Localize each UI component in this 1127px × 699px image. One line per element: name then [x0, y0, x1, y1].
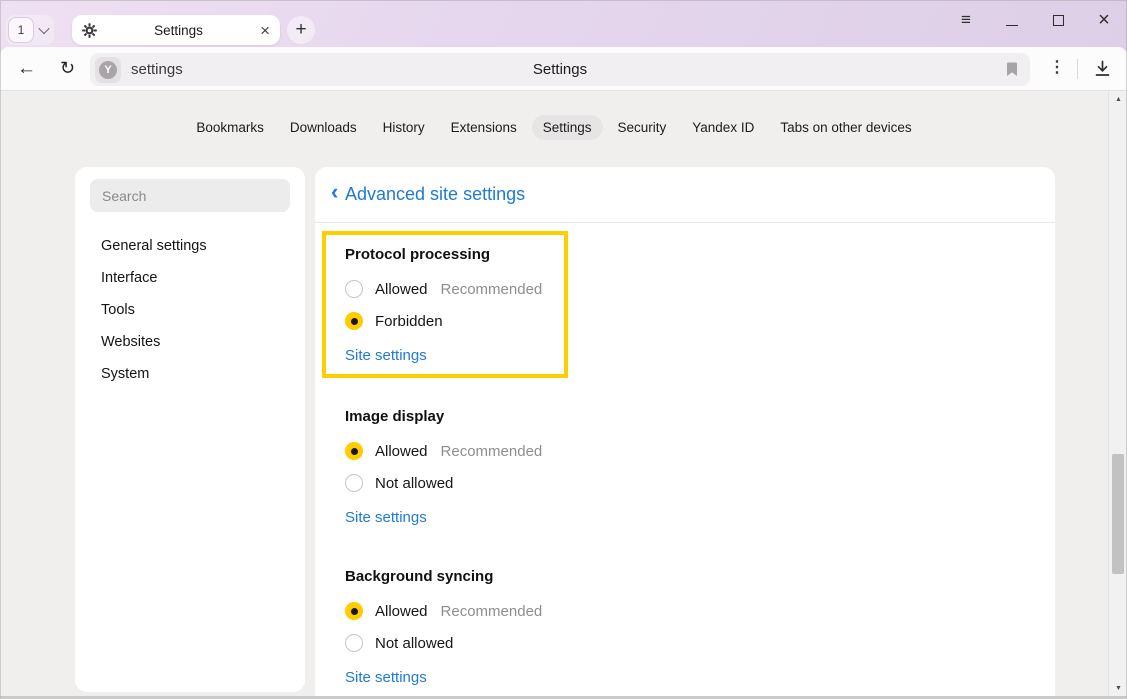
radio-label[interactable]: Forbidden — [375, 313, 443, 330]
sidebar-item-websites[interactable]: Websites — [75, 326, 305, 358]
settings-nav-row: Bookmarks Downloads History Extensions S… — [0, 115, 1108, 140]
tab-close-icon[interactable]: × — [260, 22, 270, 39]
browser-back-button[interactable]: ← — [17, 58, 36, 80]
back-header[interactable]: ‹ Advanced site settings — [315, 167, 1055, 222]
page-title[interactable]: Advanced site settings — [345, 184, 525, 205]
vertical-scrollbar[interactable]: ▲ ▼ — [1108, 91, 1127, 697]
radio-selected-icon[interactable] — [345, 602, 363, 620]
gear-icon — [82, 23, 97, 38]
nav-extensions[interactable]: Extensions — [440, 115, 528, 140]
nav-yandex-id[interactable]: Yandex ID — [681, 115, 765, 140]
recommended-note: Recommended — [441, 443, 543, 460]
nav-history[interactable]: History — [372, 115, 436, 140]
radio-row-image-allowed[interactable]: Allowed Recommended — [345, 435, 865, 467]
radio-row-image-not-allowed[interactable]: Not allowed — [345, 467, 865, 499]
radio-row-sync-allowed[interactable]: Allowed Recommended — [345, 595, 865, 627]
maximize-button[interactable] — [1049, 11, 1067, 29]
tab-strip: 1 Settings × + ≡ × — [0, 0, 1127, 52]
radio-unselected-icon[interactable] — [345, 474, 363, 492]
radio-label[interactable]: Allowed — [375, 603, 428, 620]
radio-label[interactable]: Allowed — [375, 443, 428, 460]
nav-bookmarks[interactable]: Bookmarks — [185, 115, 275, 140]
section-title-background-syncing: Background syncing — [345, 567, 865, 586]
section-title-image-display: Image display — [345, 407, 865, 426]
section-background-syncing: Background syncing Allowed Recommended N… — [345, 567, 865, 688]
chevron-back-icon[interactable]: ‹ — [331, 179, 338, 205]
sidebar-item-interface[interactable]: Interface — [75, 262, 305, 294]
tab-title: Settings — [97, 23, 260, 38]
nav-settings[interactable]: Settings — [532, 115, 603, 140]
recommended-note: Recommended — [441, 281, 543, 298]
radio-label[interactable]: Allowed — [375, 281, 428, 298]
scroll-down-icon[interactable]: ▼ — [1109, 685, 1127, 692]
tab-counter-badge[interactable]: 1 — [8, 17, 34, 43]
new-tab-button[interactable]: + — [287, 16, 315, 44]
browser-menu-icon[interactable]: ≡ — [957, 11, 975, 29]
url-text: settings — [131, 61, 183, 78]
radio-row-protocol-forbidden[interactable]: Forbidden — [345, 305, 564, 337]
radio-selected-icon[interactable] — [345, 442, 363, 460]
sidebar-item-tools[interactable]: Tools — [75, 294, 305, 326]
site-favicon-chip: Y — [95, 57, 121, 83]
minimize-button[interactable] — [1003, 11, 1021, 29]
header-divider — [315, 222, 1055, 223]
nav-tabs-other-devices[interactable]: Tabs on other devices — [769, 115, 922, 140]
nav-security[interactable]: Security — [607, 115, 678, 140]
radio-selected-icon[interactable] — [345, 312, 363, 330]
close-window-button[interactable]: × — [1095, 11, 1113, 29]
section-image-display: Image display Allowed Recommended Not al… — [345, 407, 865, 528]
address-bar[interactable]: Y settings Settings — [90, 53, 1030, 86]
settings-main-panel: ‹ Advanced site settings Protocol proces… — [315, 167, 1055, 696]
site-settings-link-protocol[interactable]: Site settings — [345, 346, 427, 366]
radio-row-sync-not-allowed[interactable]: Not allowed — [345, 627, 865, 659]
scroll-up-icon[interactable]: ▲ — [1109, 96, 1127, 103]
bookmark-icon[interactable] — [1006, 62, 1018, 77]
radio-row-protocol-allowed[interactable]: Allowed Recommended — [345, 273, 564, 305]
radio-label[interactable]: Not allowed — [375, 635, 453, 652]
downloads-icon[interactable] — [1094, 60, 1111, 77]
radio-unselected-icon[interactable] — [345, 280, 363, 298]
recommended-note: Recommended — [441, 603, 543, 620]
site-settings-link-sync[interactable]: Site settings — [345, 668, 427, 688]
page-content: Bookmarks Downloads History Extensions S… — [0, 90, 1127, 699]
chevron-down-icon[interactable] — [38, 23, 49, 34]
window-bottom-edge — [0, 696, 1127, 698]
browser-tab-settings[interactable]: Settings × — [72, 15, 280, 45]
refresh-button[interactable]: ↻ — [60, 58, 75, 79]
nav-downloads[interactable]: Downloads — [279, 115, 368, 140]
section-title-protocol-processing: Protocol processing — [345, 245, 564, 264]
settings-sidebar: General settings Interface Tools Website… — [75, 167, 305, 692]
radio-label[interactable]: Not allowed — [375, 475, 453, 492]
tab-group[interactable]: 1 — [6, 15, 54, 45]
radio-unselected-icon[interactable] — [345, 634, 363, 652]
sidebar-item-system[interactable]: System — [75, 358, 305, 390]
search-input[interactable] — [90, 179, 290, 212]
address-bar-page-title: Settings — [90, 61, 1030, 78]
page-actions-kebab-icon[interactable]: ⋮ — [1049, 57, 1065, 77]
toolbar-separator — [1077, 59, 1078, 79]
site-settings-link-image[interactable]: Site settings — [345, 508, 427, 528]
highlight-box-protocol-processing: Protocol processing Allowed Recommended … — [322, 231, 568, 378]
scrollbar-thumb[interactable] — [1112, 454, 1124, 574]
sidebar-item-general-settings[interactable]: General settings — [75, 230, 305, 262]
yandex-favicon-icon: Y — [99, 61, 117, 79]
